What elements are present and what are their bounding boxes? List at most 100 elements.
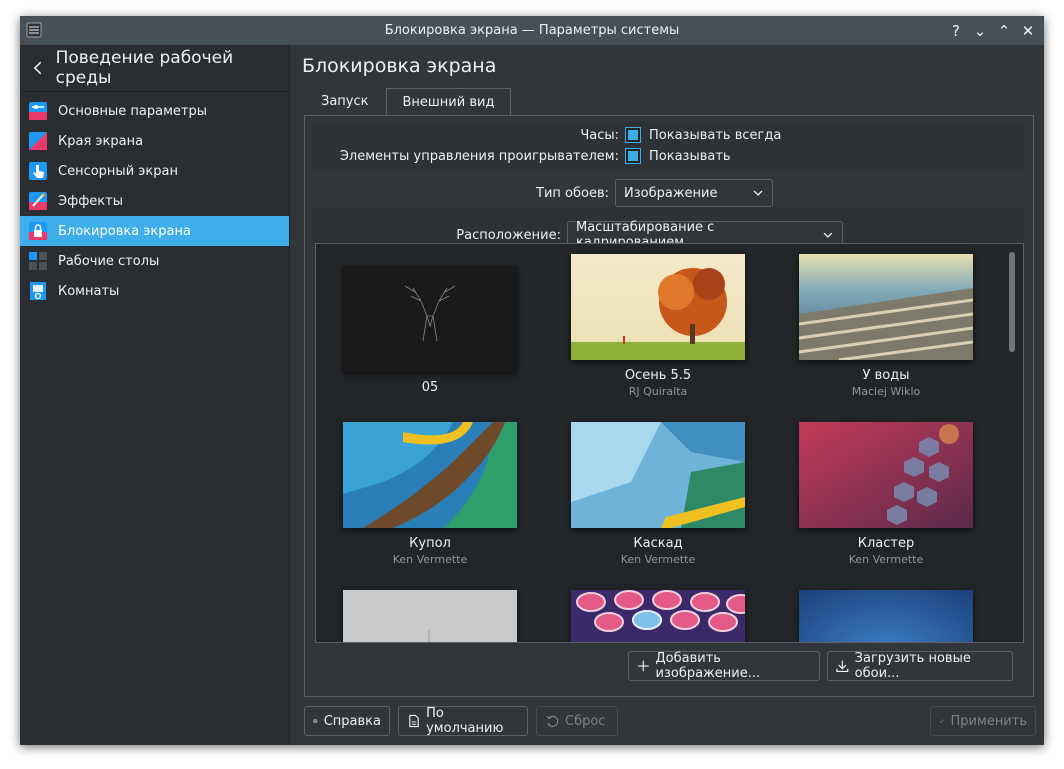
sidebar-item-label: Сенсорный экран [58,163,178,179]
help-window-button[interactable]: ? [946,21,966,41]
chevron-left-icon [33,61,42,75]
wallpaper-type-label: Тип обоев: [536,185,609,201]
main-content: Блокировка экрана Запуск Внешний вид Час… [290,45,1044,745]
defaults-label: По умолчанию [426,706,504,736]
add-image-button[interactable]: Добавить изображение... [628,651,820,681]
wallpaper-item[interactable]: 05 [330,266,530,395]
sidebar-item-screen-edges[interactable]: Края экрана [20,126,289,156]
touchscreen-icon [29,162,47,180]
wallpaper-thumbnail [571,254,745,360]
wallpaper-item[interactable]: Купол Ken Vermette [330,422,530,566]
clock-checkbox-label[interactable]: Показывать всегда [649,128,781,143]
maximize-button[interactable]: ⌃ [994,21,1014,41]
sidebar-header-label: Поведение рабочей среды [55,48,234,88]
sidebar-item-activities[interactable]: Комнаты [20,276,289,306]
sidebar-item-lock-screen[interactable]: Блокировка экрана [20,216,289,246]
wallpaper-thumbnail [343,590,517,642]
document-icon [409,714,419,728]
settings-window: Блокировка экрана — Параметры системы ? … [20,16,1044,745]
wallpaper-name: Купол [409,536,451,551]
wallpaper-thumbnail [571,422,745,528]
wallpaper-author: Ken Vermette [848,553,924,566]
tab-bar: Запуск Внешний вид [304,87,512,117]
get-new-wallpapers-button[interactable]: Загрузить новые обои... [827,651,1013,681]
window-title: Блокировка экрана — Параметры системы [384,23,680,38]
general-settings-icon [29,102,47,120]
wallpaper-author: Ken Vermette [392,553,468,566]
sidebar-list: Основные параметры Края экрана Сенсорный… [20,92,289,306]
wallpaper-item[interactable]: У воды Maciej Wiklo [786,254,986,398]
sidebar-item-virtual-desktops[interactable]: Рабочие столы [20,246,289,276]
wallpaper-thumbnail [799,590,973,642]
sidebar-item-effects[interactable]: Эффекты [20,186,289,216]
close-button[interactable]: ✕ [1018,21,1038,41]
defaults-button[interactable]: По умолчанию [398,706,528,736]
wallpaper-name: У воды [862,368,910,383]
lock-screen-icon [29,222,47,240]
plus-icon [637,660,649,672]
title-bar[interactable]: Блокировка экрана — Параметры системы ? … [20,16,1044,45]
apply-button[interactable]: Применить [930,706,1036,736]
sidebar-item-label: Блокировка экрана [58,223,191,239]
grid-scrollbar[interactable] [1009,252,1015,352]
virtual-desktops-icon [29,252,47,270]
clock-checkbox[interactable] [625,127,641,143]
reset-label: Сброс [565,713,606,729]
wallpaper-name: Осень 5.5 [624,368,692,383]
wallpaper-item[interactable] [330,590,530,642]
app-menu-icon[interactable] [26,22,42,38]
positioning-label: Расположение: [456,227,561,243]
wallpaper-author: RJ Quiralta [628,385,688,398]
reset-button[interactable]: Сброс [536,706,618,736]
wallpaper-type-value: Изображение [624,185,718,201]
tab-appearance[interactable]: Внешний вид [385,88,512,117]
sidebar-item-label: Рабочие столы [58,253,160,269]
activities-icon [30,282,46,300]
sidebar-item-label: Основные параметры [58,103,207,119]
wallpaper-thumbnail [343,266,517,372]
sidebar-item-touchscreen[interactable]: Сенсорный экран [20,156,289,186]
wallpaper-thumbnail [799,254,973,360]
tab-startup[interactable]: Запуск [304,87,386,116]
wallpaper-author: Maciej Wiklo [851,385,921,398]
wallpaper-name: Кластер [857,536,915,551]
help-icon [313,718,318,724]
help-label: Справка [323,713,381,729]
wallpaper-name: 05 [421,380,439,395]
get-new-wallpapers-label: Загрузить новые обои... [854,651,971,681]
sidebar-back-header[interactable]: Поведение рабочей среды [20,45,289,92]
wallpaper-thumbnail [571,590,745,642]
sidebar-item-label: Эффекты [58,193,123,209]
sidebar-item-label: Края экрана [58,133,144,149]
apply-label: Применить [950,713,1027,729]
sidebar-item-general[interactable]: Основные параметры [20,96,289,126]
chevron-down-icon [753,190,763,196]
wallpaper-item[interactable] [786,590,986,642]
add-image-label: Добавить изображение... [655,651,761,681]
sidebar-item-label: Комнаты [58,283,120,299]
chevron-down-icon [823,232,833,238]
wallpaper-author: Ken Vermette [620,553,696,566]
appearance-panel: Часы: Показывать всегда Элементы управле… [304,115,1034,697]
screen-edges-icon [29,132,47,150]
effects-icon [29,192,47,210]
wallpaper-item[interactable]: Осень 5.5 RJ Quiralta [558,254,758,398]
minimize-button[interactable]: ⌄ [970,21,990,41]
wallpaper-thumbnail [799,422,973,528]
media-checkbox-label[interactable]: Показывать [649,149,731,164]
media-checkbox[interactable] [625,148,641,164]
wallpaper-name: Каскад [633,536,683,551]
clock-label: Часы: [580,127,619,143]
media-row: Элементы управления проигрывателем: Пока… [305,146,731,166]
wallpaper-grid[interactable]: 05 Осень 5.5 RJ Quiralta У воды Maciej W… [315,243,1024,643]
wallpaper-item[interactable]: Каскад Ken Vermette [558,422,758,566]
checkmark-icon [939,719,944,724]
media-label: Элементы управления проигрывателем: [339,148,619,164]
page-title: Блокировка экрана [302,55,497,77]
wallpaper-type-combo[interactable]: Изображение [615,179,773,207]
help-button[interactable]: Справка [304,706,390,736]
undo-icon [546,715,559,727]
wallpaper-item[interactable]: Кластер Ken Vermette [786,422,986,566]
sidebar: Поведение рабочей среды Основные парамет… [20,45,290,745]
wallpaper-item[interactable] [558,590,758,642]
